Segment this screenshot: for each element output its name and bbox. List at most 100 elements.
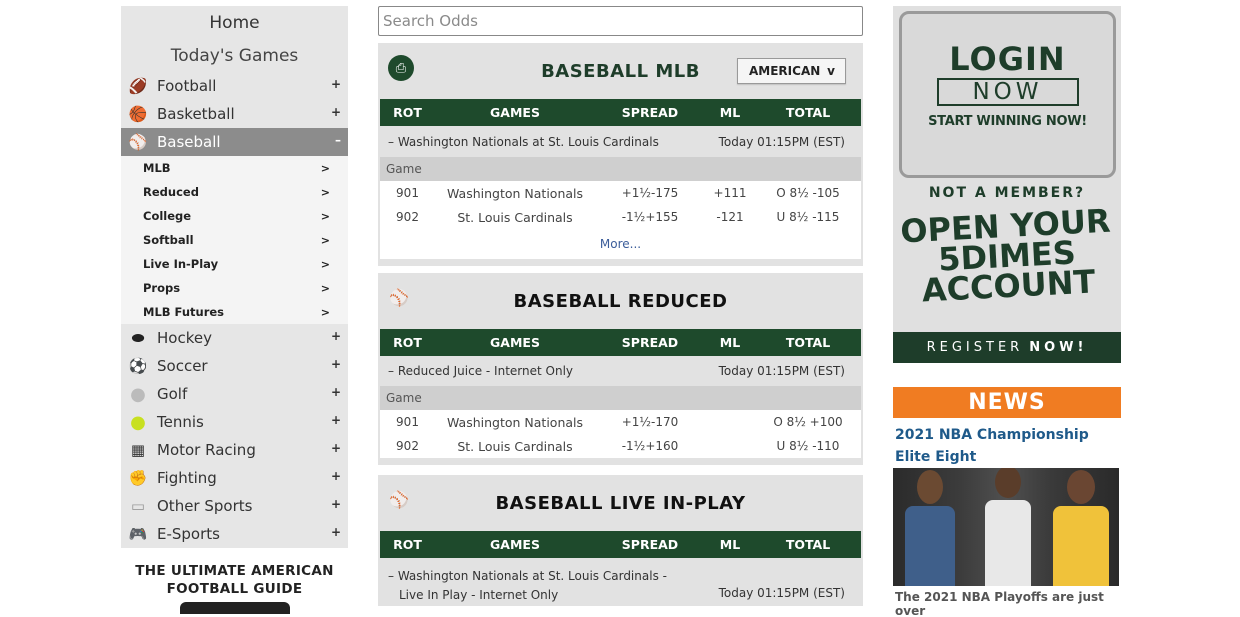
moneyline-odds[interactable]: +111 (705, 186, 755, 200)
table-header: ROT GAMES SPREAD ML TOTAL (380, 531, 861, 558)
submenu-item-mlb[interactable]: MLB > (121, 156, 348, 180)
sidebar-item-other-sports[interactable]: ▭ Other Sports + (121, 492, 348, 520)
sidebar-item-tennis[interactable]: ● Tennis + (121, 408, 348, 436)
moneyline-odds[interactable]: -121 (705, 210, 755, 224)
col-spread: SPREAD (621, 335, 679, 350)
total-odds[interactable]: U 8½ -115 (755, 210, 861, 224)
submenu-item-mlb-futures[interactable]: MLB Futures > (121, 300, 348, 324)
print-icon[interactable]: ⎙ (388, 55, 414, 81)
sidebar-item-basketball[interactable]: 🏀 Basketball + (121, 100, 348, 128)
chevron-right-icon: > (320, 161, 330, 175)
sidebar-item-label: Hockey (157, 329, 212, 347)
submenu-item-reduced[interactable]: Reduced > (121, 180, 348, 204)
checkered-flag-icon: ▦ (130, 441, 146, 459)
right-column: LOGIN NOW START WINNING NOW! NOT A MEMBE… (893, 6, 1121, 617)
news-article-image[interactable] (893, 468, 1119, 586)
news-section: NEWS 2021 NBA Championship Elite Eight T… (893, 387, 1121, 617)
col-ml: ML (719, 537, 741, 552)
col-ml: ML (719, 335, 741, 350)
event-title-line2: Live In Play - Internet Only (399, 588, 559, 602)
sidebar-todays-games-link[interactable]: Today's Games (121, 39, 348, 72)
event-row[interactable]: – Washington Nationals at St. Louis Card… (380, 558, 861, 606)
spread-odds[interactable]: +1½-175 (595, 186, 705, 200)
expand-icon[interactable]: + (331, 525, 341, 539)
football-guide-promo[interactable]: THE ULTIMATE AMERICAN FOOTBALL GUIDE (121, 562, 348, 614)
submenu-label: MLB (143, 161, 171, 175)
news-article-title[interactable]: 2021 NBA Championship Elite Eight (893, 424, 1121, 468)
baseball-reduced-panel: ⚾ BASEBALL REDUCED ROT GAMES SPREAD ML T… (378, 273, 863, 465)
sidebar-item-golf[interactable]: ● Golf + (121, 380, 348, 408)
sidebar-item-label: Tennis (157, 413, 204, 431)
sidebar-item-label: Basketball (157, 105, 235, 123)
event-row[interactable]: – Washington Nationals at St. Louis Card… (380, 126, 861, 157)
submenu-item-live-in-play[interactable]: Live In-Play > (121, 252, 348, 276)
sidebar-item-soccer[interactable]: ⚽ Soccer + (121, 352, 348, 380)
submenu-item-college[interactable]: College > (121, 204, 348, 228)
expand-icon[interactable]: + (331, 77, 341, 91)
tennis-ball-icon: ● (130, 411, 146, 433)
col-games: GAMES (490, 335, 540, 350)
player-figure (1053, 470, 1109, 586)
total-odds[interactable]: U 8½ -110 (755, 439, 861, 453)
collapse-icon[interactable]: – (335, 133, 341, 147)
register-label: REGISTER (926, 340, 1024, 355)
signup-ad-banner[interactable]: LOGIN NOW START WINNING NOW! NOT A MEMBE… (893, 6, 1121, 363)
game-label: Game (380, 386, 861, 410)
sidebar-item-label: Fighting (157, 469, 217, 487)
sidebar-item-baseball[interactable]: ⚾ Baseball – (121, 128, 348, 156)
expand-icon[interactable]: + (331, 329, 341, 343)
sidebar-item-e-sports[interactable]: 🎮 E-Sports + (121, 520, 348, 548)
event-title: – Washington Nationals at St. Louis Card… (388, 567, 667, 605)
sidebar-item-football[interactable]: 🏈 Football + (121, 72, 348, 100)
event-row[interactable]: – Reduced Juice - Internet Only Today 01… (380, 356, 861, 386)
sidebar-item-motor-racing[interactable]: ▦ Motor Racing + (121, 436, 348, 464)
sidebar-home-link[interactable]: Home (121, 6, 348, 39)
col-rot: ROT (393, 105, 422, 120)
chevron-right-icon: > (320, 281, 330, 295)
expand-icon[interactable]: + (331, 385, 341, 399)
submenu-item-props[interactable]: Props > (121, 276, 348, 300)
table-row: 902 St. Louis Cardinals -1½+160 U 8½ -11… (380, 434, 861, 465)
sidebar-item-fighting[interactable]: ✊ Fighting + (121, 464, 348, 492)
odds-format-select[interactable]: AMERICAN v (737, 58, 846, 84)
chevron-right-icon: > (320, 209, 330, 223)
spread-odds[interactable]: +1½-170 (595, 415, 705, 429)
expand-icon[interactable]: + (331, 441, 341, 455)
team-name: St. Louis Cardinals (457, 209, 573, 225)
total-odds[interactable]: O 8½ -105 (755, 186, 861, 200)
more-link[interactable]: More... (380, 229, 861, 266)
expand-icon[interactable]: + (331, 105, 341, 119)
ad-member-text: NOT A MEMBER? (928, 185, 1086, 201)
player-figure (905, 470, 955, 586)
sidebar-item-label: Soccer (157, 357, 208, 375)
login-ad-box[interactable]: LOGIN NOW START WINNING NOW! (899, 11, 1116, 178)
expand-icon[interactable]: + (331, 413, 341, 427)
rot-number: 902 (396, 210, 419, 224)
baseball-submenu: MLB > Reduced > College > Softball > Live In… (121, 156, 348, 324)
expand-icon[interactable]: + (331, 357, 341, 371)
submenu-label: Reduced (143, 185, 199, 199)
expand-icon[interactable]: + (331, 497, 341, 511)
sidebar-item-hockey[interactable]: ⬬ Hockey + (121, 324, 348, 352)
spread-odds[interactable]: -1½+155 (595, 210, 705, 224)
submenu-label: Softball (143, 233, 194, 247)
register-now-button[interactable]: REGISTER NOW! (893, 332, 1121, 363)
other-sports-icon: ▭ (130, 497, 146, 515)
baseball-live-panel: ⚾ BASEBALL LIVE IN-PLAY ROT GAMES SPREAD… (378, 475, 863, 606)
sidebar-box: Home Today's Games 🏈 Football + 🏀 Basket… (121, 6, 348, 548)
hockey-puck-icon: ⬬ (131, 329, 145, 347)
total-odds[interactable]: O 8½ +100 (755, 415, 861, 429)
submenu-item-softball[interactable]: Softball > (121, 228, 348, 252)
table-row: 901 Washington Nationals +1½-170 O 8½ +1… (380, 410, 861, 434)
table-header: ROT GAMES SPREAD ML TOTAL (380, 99, 861, 126)
spread-odds[interactable]: -1½+160 (595, 439, 705, 453)
event-time: Today 01:15PM (EST) (718, 134, 845, 149)
expand-icon[interactable]: + (331, 469, 341, 483)
game-label: Game (380, 157, 861, 181)
event-title: – Washington Nationals at St. Louis Card… (388, 134, 659, 149)
search-odds-input[interactable] (378, 6, 863, 36)
event-title: – Reduced Juice - Internet Only (388, 364, 573, 378)
guide-title-line1: THE ULTIMATE AMERICAN (135, 563, 334, 579)
col-total: TOTAL (785, 537, 831, 552)
news-header: NEWS (893, 387, 1121, 418)
